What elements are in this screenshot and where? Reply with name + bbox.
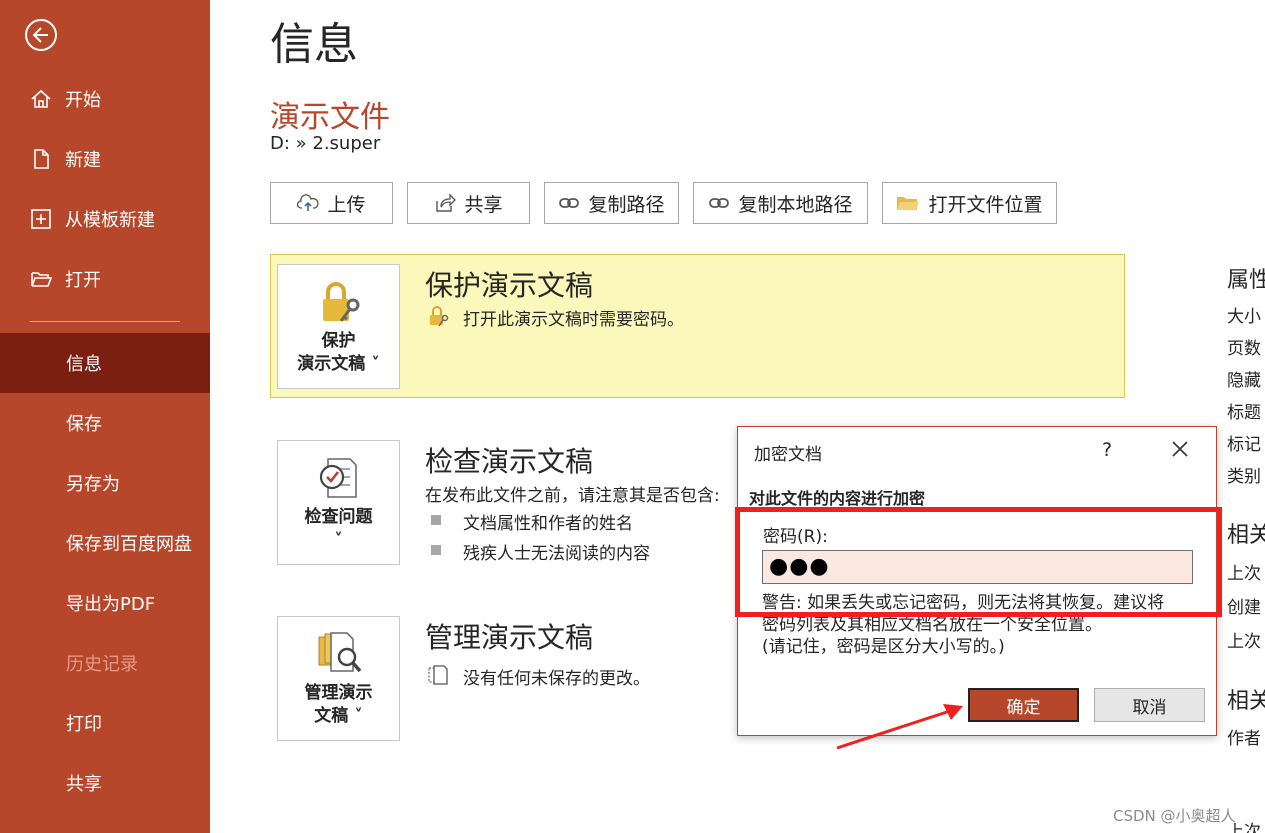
nav-label: 打开 [65,270,101,291]
warning-line: 密码列表及其相应文档名放在一个安全位置。 [762,615,1102,635]
open-folder-icon [29,267,53,291]
document-title: 演示文件 [270,100,390,135]
manage-button-line1: 管理演示 [304,683,373,703]
check-issues-line1: 检查问题 [304,507,373,527]
nav-divider [30,321,180,322]
property-label: 类别 [1227,467,1261,487]
copy-local-path-button[interactable]: 复制本地路径 [693,182,868,224]
nav-label: 从模板新建 [65,210,155,231]
nav-save[interactable]: 保存 [0,393,210,453]
property-label: 页数 [1227,339,1261,359]
annotation-highlight-box [735,507,1222,617]
cancel-button[interactable]: 取消 [1094,688,1205,722]
nav-label: 导出为PDF [66,594,156,615]
nav-label: 历史记录 [66,654,138,675]
protect-button-line2: 演示文稿 ˅ [297,354,380,374]
related-people-heading: 相关 [1227,689,1265,714]
backstage-sidebar: 开始 新建 从模板新建 打开 信息 保存 另存为 保存到百度网盘 导出为PDF … [0,0,210,833]
nav-label: 保存 [66,414,102,435]
copy-local-path-label: 复制本地路径 [738,193,853,216]
dialog-title: 加密文档 [754,445,822,465]
nav-share[interactable]: 共享 [0,753,210,813]
property-label: 大小 [1227,307,1261,327]
nav-export-pdf[interactable]: 导出为PDF [0,573,210,633]
upload-button[interactable]: 上传 [270,182,393,224]
properties-heading[interactable]: 属性 [1227,262,1265,294]
people-label: 作者 [1227,729,1261,749]
nav-label: 打印 [66,714,102,735]
dialog-heading: 对此文件的内容进行加密 [749,489,926,508]
share-label: 共享 [464,193,503,216]
share-icon [434,193,457,213]
nav-print[interactable]: 打印 [0,693,210,753]
nav-history: 历史记录 [0,633,210,693]
date-label: 上次 [1227,632,1261,652]
warning-line: (请记住，密码是区分大小写的。) [762,637,1005,657]
nav-label: 开始 [65,90,101,111]
manage-description: 没有任何未保存的更改。 [463,669,650,689]
template-icon [29,207,53,231]
ok-button[interactable]: 确定 [968,688,1079,722]
open-file-location-label: 打开文件位置 [928,193,1043,216]
nav-label: 共享 [66,774,102,795]
lock-key-icon [315,279,363,334]
nav-save-to-baidu[interactable]: 保存到百度网盘 [0,513,210,573]
manage-button-line2: 文稿 ˅ [314,706,363,726]
nav-label: 信息 [66,354,102,375]
nav-label: 新建 [65,150,101,171]
bullet [431,515,441,525]
property-label: 标记 [1227,435,1261,455]
inspect-description: 在发布此文件之前，请注意其是否包含: [425,486,720,506]
versions-icon [427,664,449,690]
property-label: 隐藏 [1227,371,1261,391]
check-issues-line2: ˅ [334,530,343,550]
date-label: 创建 [1227,598,1261,618]
inspect-document-icon [316,455,362,508]
date-label: 上次 [1227,564,1261,584]
watermark: CSDN @小奥超人 [1113,807,1236,825]
inspect-bullet-item: 残疾人士无法阅读的内容 [463,544,650,564]
new-document-icon [29,147,53,171]
check-issues-button[interactable]: 检查问题 ˅ [277,440,400,565]
copy-path-button[interactable]: 复制路径 [544,182,679,224]
manage-presentation-button[interactable]: 管理演示 文稿 ˅ [277,616,400,741]
nav-label: 保存到百度网盘 [66,534,192,555]
nav-new-from-template[interactable]: 从模板新建 [0,189,210,249]
annotation-arrow-icon [836,704,963,750]
close-icon[interactable] [1170,439,1190,459]
bullet [431,545,441,555]
property-label: 标题 [1227,403,1261,423]
protect-presentation-button[interactable]: 保护 演示文稿 ˅ [277,264,400,389]
folder-icon [896,194,920,212]
home-icon [29,87,53,111]
share-button[interactable]: 共享 [407,182,530,224]
link-icon [708,196,730,210]
related-dates-heading: 相关 [1227,523,1265,548]
nav-new[interactable]: 新建 [0,129,210,189]
copy-path-label: 复制路径 [588,193,665,216]
nav-home[interactable]: 开始 [0,69,210,129]
nav-save-as[interactable]: 另存为 [0,453,210,513]
cloud-upload-icon [297,194,320,212]
protect-title: 保护演示文稿 [425,269,594,302]
link-icon [558,196,580,210]
nav-open[interactable]: 打开 [0,249,210,309]
inspect-title: 检查演示文稿 [425,445,594,478]
help-button[interactable]: ? [1102,439,1112,461]
nav-label: 另存为 [66,474,120,495]
protect-description: 打开此演示文稿时需要密码。 [463,310,684,330]
lock-small-icon [427,305,449,331]
inspect-bullet-item: 文档属性和作者的姓名 [463,514,633,534]
page-title: 信息 [270,19,358,70]
open-file-location-button[interactable]: 打开文件位置 [882,182,1057,224]
manage-documents-icon [315,631,363,682]
document-path: D: » 2.super [270,133,381,154]
back-arrow-icon[interactable] [25,19,57,51]
upload-label: 上传 [327,193,366,216]
manage-title: 管理演示文稿 [425,621,594,654]
nav-info[interactable]: 信息 [0,333,210,393]
